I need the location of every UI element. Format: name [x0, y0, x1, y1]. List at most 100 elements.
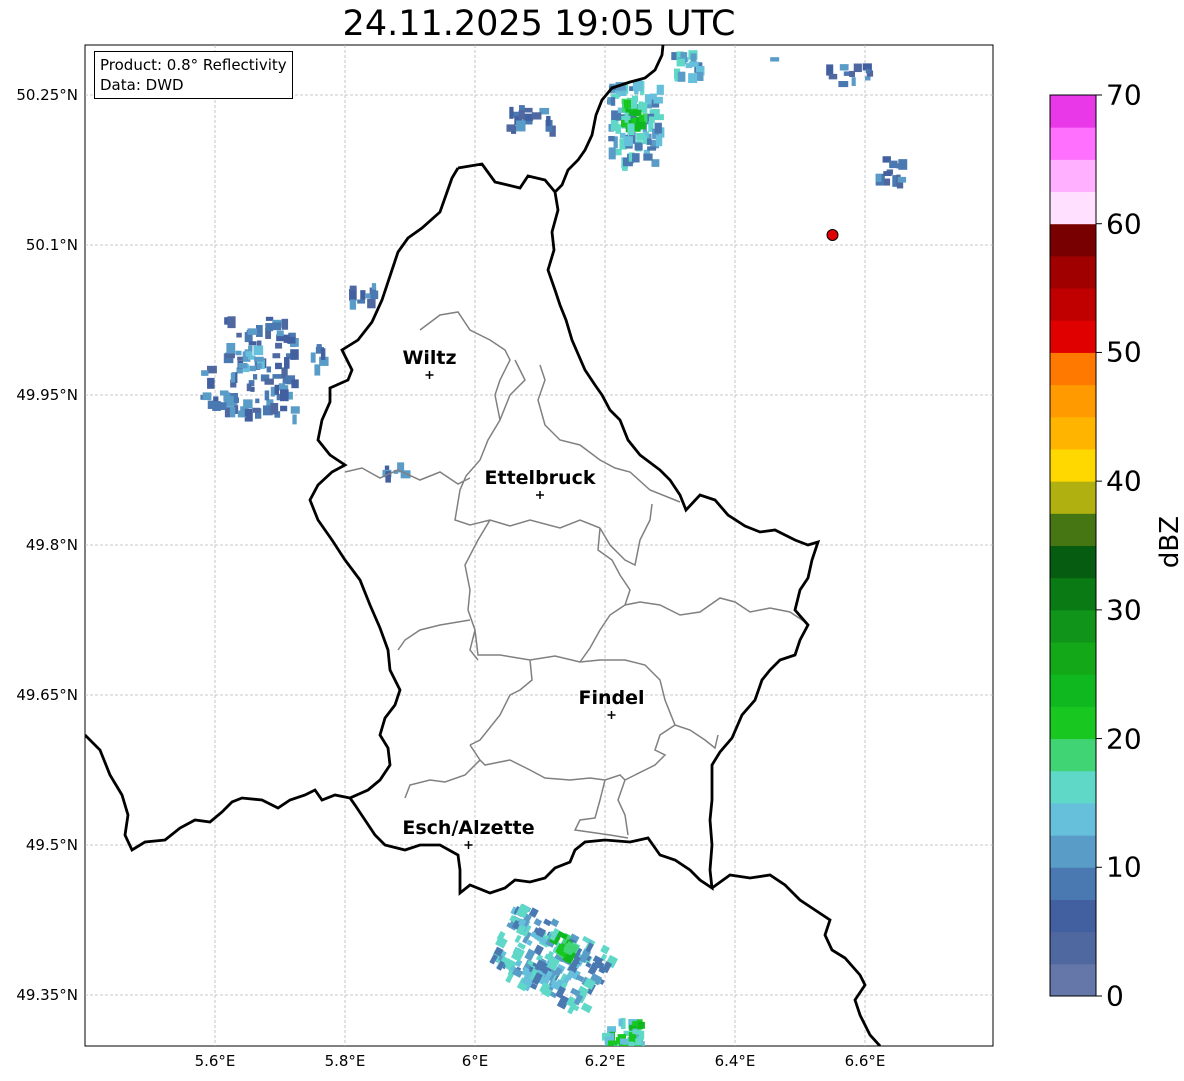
colorbar-tick-label: 40	[1106, 464, 1142, 498]
colorbar-level	[1050, 545, 1096, 579]
colorbar-label: dBZ	[1155, 515, 1184, 569]
echo-cell	[608, 147, 616, 160]
echo-cell	[227, 316, 236, 329]
echo-cell	[266, 366, 272, 373]
colorbar-level	[1050, 802, 1096, 836]
echo-cell	[646, 138, 652, 145]
colorbar-level	[1050, 95, 1096, 128]
echo-cell	[367, 298, 376, 309]
echo-cell	[642, 136, 647, 145]
echo-cell	[370, 290, 379, 300]
echo-cell	[621, 115, 631, 120]
echo-cell	[310, 352, 316, 363]
colorbar-tick-label: 60	[1106, 207, 1142, 241]
echo-cell	[518, 110, 525, 120]
data-source-label: Data: DWD	[100, 76, 184, 94]
echo-cell	[272, 353, 281, 359]
radar-site-marker	[826, 229, 839, 241]
colorbar-level	[1050, 738, 1096, 772]
colorbar-level	[1050, 674, 1096, 707]
echo-cell	[677, 71, 686, 82]
echo-cell	[865, 68, 870, 74]
echo-cell	[892, 163, 902, 168]
echo-cell	[280, 405, 288, 412]
echo-cell	[610, 97, 616, 106]
colorbar-level	[1050, 931, 1096, 965]
echo-cell	[230, 372, 236, 383]
echo-cell	[320, 348, 326, 360]
radar-map	[84, 44, 1102, 1055]
echo-cell	[883, 171, 892, 177]
colorbar-level	[1050, 127, 1096, 160]
echo-cell	[688, 73, 698, 84]
echo-cell	[897, 176, 907, 183]
colorbar-level	[1050, 352, 1096, 386]
city-label: Findel	[578, 687, 645, 709]
x-tick-label: 5.6°E	[194, 1052, 236, 1070]
echo-cell	[636, 1046, 643, 1055]
echo-cell	[253, 345, 264, 355]
echo-cell	[770, 57, 780, 62]
echo-cell	[286, 336, 296, 344]
echo-cell	[883, 178, 891, 186]
colorbar-level	[1050, 609, 1096, 643]
colorbar-level	[1050, 448, 1096, 482]
echo-cell	[272, 322, 282, 331]
colorbar-level	[1050, 191, 1096, 225]
colorbar-tick-label: 30	[1106, 593, 1142, 627]
colorbar-level	[1050, 835, 1096, 868]
echo-cell	[281, 318, 289, 330]
echo-cell	[627, 123, 635, 136]
echo-cell	[632, 153, 640, 163]
echo-cell	[620, 1038, 629, 1045]
colorbar-level	[1050, 255, 1096, 289]
echo-cell	[236, 332, 242, 338]
y-tick-label: 49.95°N	[16, 386, 78, 404]
echo-cell	[279, 389, 289, 402]
echo-cell	[314, 364, 321, 376]
echo-cell	[864, 76, 871, 81]
echo-cell	[276, 330, 284, 337]
echo-cell	[226, 342, 236, 354]
echo-cell	[256, 363, 262, 369]
echo-cell	[249, 365, 256, 372]
echo-cell	[207, 377, 215, 389]
echo-cell	[828, 73, 838, 80]
echo-cell	[202, 392, 212, 401]
echo-cell	[838, 81, 849, 88]
echo-cell	[219, 390, 229, 396]
colorbar-level	[1050, 577, 1096, 611]
echo-cell	[245, 351, 253, 357]
echo-cell	[238, 362, 248, 369]
colorbar-level	[1050, 416, 1096, 450]
colorbar-level	[1050, 320, 1096, 353]
echo-cell	[292, 414, 297, 425]
y-tick-label: 49.35°N	[16, 986, 78, 1004]
product-label: Product: 0.8° Reflectivity	[100, 56, 287, 74]
colorbar-level	[1050, 706, 1096, 740]
colorbar-tick-label: 70	[1106, 78, 1142, 112]
echo-cell	[272, 374, 283, 379]
echo-cell	[875, 174, 882, 182]
echo-cell	[655, 135, 663, 147]
colorbar-level	[1050, 513, 1096, 546]
echo-cell	[676, 58, 685, 67]
colorbar-tick-label: 50	[1106, 335, 1142, 369]
echo-cell	[217, 402, 227, 410]
echo-cluster	[770, 57, 780, 62]
colorbar-level	[1050, 642, 1096, 675]
y-tick-label: 50.1°N	[25, 236, 78, 254]
echo-cell	[656, 84, 664, 95]
info-box: Product: 0.8° Reflectivity Data: DWD	[94, 51, 293, 99]
echo-cell	[246, 383, 252, 392]
echo-cell	[531, 112, 542, 120]
echo-cell	[634, 142, 643, 151]
x-tick-label: 6.2°E	[584, 1052, 626, 1070]
echo-cell	[283, 357, 290, 369]
colorbar-tick-label: 0	[1106, 979, 1124, 1013]
echo-cell	[509, 106, 514, 119]
y-tick-label: 49.8°N	[25, 536, 78, 554]
echo-cell	[275, 362, 282, 370]
echo-cell	[851, 77, 856, 86]
y-tick-label: 50.25°N	[16, 86, 78, 104]
